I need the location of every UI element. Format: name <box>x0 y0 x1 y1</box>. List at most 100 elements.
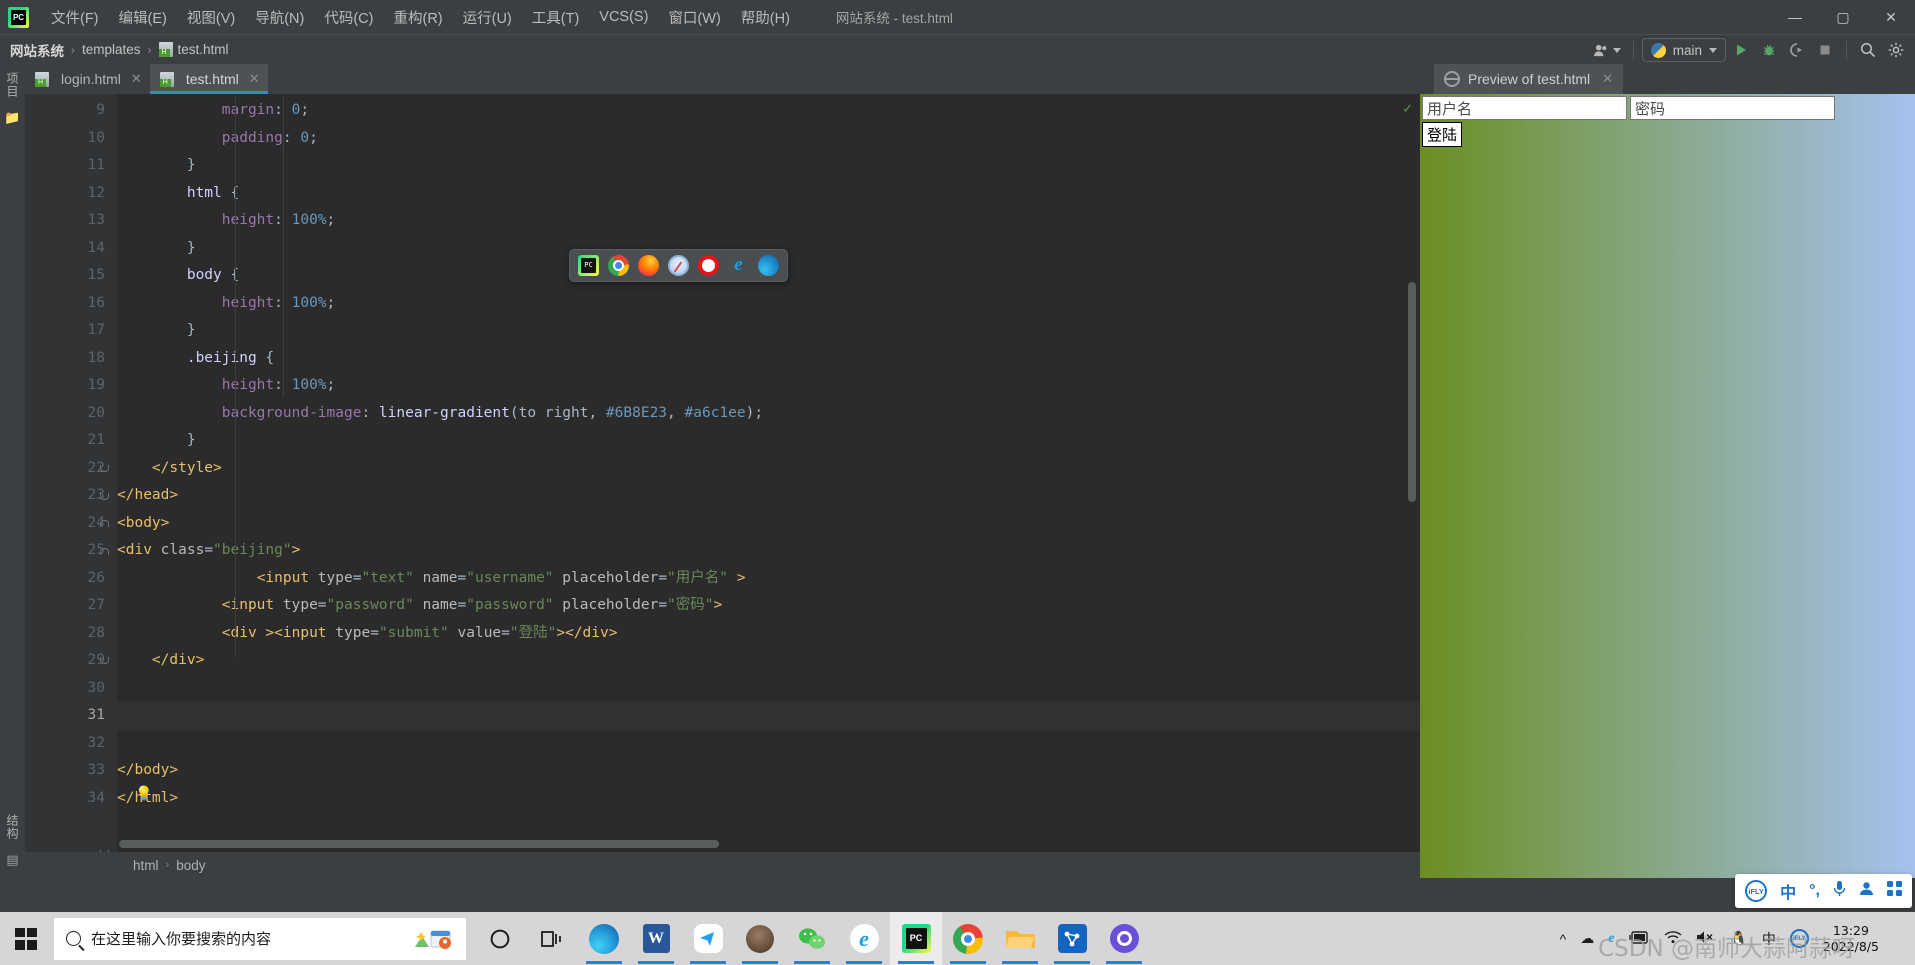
taskbar-ie[interactable]: e <box>838 912 890 965</box>
ime-tray-icon[interactable]: 中 <box>1762 929 1776 949</box>
browser-launcher-popup[interactable]: PC e <box>569 249 788 282</box>
folder-icon[interactable]: 📁 <box>4 110 20 126</box>
qq-icon[interactable]: 🐧 <box>1730 930 1747 947</box>
menu-tools[interactable]: 工具(T) <box>522 4 590 31</box>
apps-grid-icon[interactable] <box>1887 881 1902 901</box>
account-icon[interactable] <box>1590 37 1625 63</box>
run-button[interactable] <box>1728 37 1754 63</box>
opera-icon[interactable] <box>698 255 719 276</box>
menu-code[interactable]: 代码(C) <box>314 4 383 31</box>
fold-marker[interactable] <box>97 483 111 511</box>
code-line[interactable]: } <box>117 152 1420 180</box>
run-with-coverage-button[interactable] <box>1784 37 1810 63</box>
close-button[interactable]: ✕ <box>1867 0 1915 34</box>
tray-expand-icon[interactable]: ^ <box>1560 931 1567 947</box>
fold-marker[interactable] <box>97 455 111 483</box>
menu-view[interactable]: 视图(V) <box>177 4 245 31</box>
fold-marker[interactable] <box>97 538 111 566</box>
menu-file[interactable]: 文件(F) <box>41 4 109 31</box>
structure-icon[interactable]: ▤ <box>6 852 18 878</box>
code-line[interactable]: <body> <box>117 510 1420 538</box>
editor-horizontal-scrollbar[interactable] <box>119 840 719 848</box>
minimize-button[interactable]: — <box>1771 0 1819 34</box>
close-preview-icon[interactable]: ✕ <box>1602 71 1613 87</box>
code-line[interactable]: .beijing { <box>117 345 1420 373</box>
taskbar-wechat[interactable] <box>786 912 838 965</box>
code-line[interactable] <box>117 675 1420 703</box>
editor-tab-test[interactable]: test.html ✕ <box>149 64 268 94</box>
ime-floating-bar[interactable]: iFLY 中 °, <box>1735 874 1912 908</box>
preview-password-input[interactable]: 密码 <box>1630 96 1835 120</box>
code-line[interactable]: height: 100%; <box>117 207 1420 235</box>
code-line[interactable]: padding: 0; <box>117 125 1420 153</box>
code-line[interactable]: <div ><input type="submit" value="登陆"></… <box>117 620 1420 648</box>
inspection-status-icon[interactable]: ✓ <box>1403 99 1412 117</box>
footer-crumb-body[interactable]: body <box>176 858 205 873</box>
code-line[interactable]: </style> <box>117 455 1420 483</box>
taskbar-360[interactable] <box>1098 912 1150 965</box>
cortana-button[interactable] <box>474 912 526 965</box>
pycharm-icon[interactable]: PC <box>578 255 599 276</box>
taskbar-tim[interactable] <box>682 912 734 965</box>
safari-icon[interactable] <box>668 255 689 276</box>
close-tab-icon[interactable]: ✕ <box>131 71 142 87</box>
breadcrumb-file[interactable]: test.html <box>178 42 229 57</box>
code-line[interactable]: </body> <box>117 757 1420 785</box>
taskbar-explorer[interactable] <box>994 912 1046 965</box>
run-configuration-selector[interactable]: main <box>1641 38 1726 62</box>
code-line[interactable] <box>117 730 1420 758</box>
ifly-tray-icon[interactable]: iFLY <box>1789 929 1809 948</box>
code-line[interactable] <box>117 702 1420 730</box>
menu-navigate[interactable]: 导航(N) <box>245 4 314 31</box>
onedrive-icon[interactable]: ☁ <box>1580 930 1594 947</box>
code-line[interactable]: </head> <box>117 482 1420 510</box>
iflytek-icon[interactable]: iFLY <box>1745 880 1768 902</box>
chrome-icon[interactable] <box>608 255 629 276</box>
taskbar-photo[interactable] <box>734 912 786 965</box>
code-text-area[interactable]: margin: 0; padding: 0; } html { height: … <box>117 94 1420 852</box>
taskbar-search-box[interactable]: 在这里输入你要搜索的内容 <box>54 917 466 960</box>
code-line[interactable]: <input type="text" name="username" place… <box>117 565 1420 593</box>
code-line[interactable]: </div> <box>117 647 1420 675</box>
fold-marker[interactable] <box>97 840 111 852</box>
code-line[interactable]: } <box>117 317 1420 345</box>
stop-button[interactable] <box>1812 37 1838 63</box>
code-line[interactable]: <div class="beijing"> <box>117 537 1420 565</box>
intention-bulb-icon[interactable]: 💡 <box>135 786 152 804</box>
taskbar-edge[interactable] <box>578 912 630 965</box>
debug-button[interactable] <box>1756 37 1782 63</box>
ime-language-mode[interactable]: 中 <box>1780 879 1796 903</box>
microphone-icon[interactable] <box>1833 880 1846 902</box>
taskbar-navicat[interactable] <box>1046 912 1098 965</box>
preview-submit-button[interactable]: 登陆 <box>1422 122 1463 147</box>
settings-gear-icon[interactable] <box>1883 37 1909 63</box>
fold-marker[interactable] <box>97 510 111 538</box>
firefox-icon[interactable] <box>638 255 659 276</box>
code-line[interactable]: </html> <box>117 785 1420 813</box>
ie-tray-icon[interactable]: e <box>1608 931 1614 947</box>
preview-username-input[interactable]: 用户名 <box>1422 96 1627 120</box>
preview-tab[interactable]: Preview of test.html ✕ <box>1434 64 1624 94</box>
menu-refactor[interactable]: 重构(R) <box>383 4 452 31</box>
fold-marker[interactable] <box>97 647 111 675</box>
tool-window-project[interactable]: 项目 <box>4 72 21 98</box>
editor-tab-login[interactable]: login.html ✕ <box>25 64 150 94</box>
breadcrumb-project[interactable]: 网站系统 <box>10 40 64 60</box>
menu-edit[interactable]: 编辑(E) <box>109 4 177 31</box>
volume-muted-icon[interactable] <box>1696 930 1716 947</box>
editor-vertical-scrollbar[interactable] <box>1408 282 1416 502</box>
search-icon[interactable] <box>1855 37 1881 63</box>
wifi-icon[interactable] <box>1664 930 1682 947</box>
code-line[interactable]: height: 100%; <box>117 290 1420 318</box>
battery-icon[interactable] <box>1628 930 1650 947</box>
menu-window[interactable]: 窗口(W) <box>658 4 730 31</box>
footer-crumb-html[interactable]: html <box>133 858 159 873</box>
menu-vcs[interactable]: VCS(S) <box>589 6 658 28</box>
code-line[interactable]: } <box>117 427 1420 455</box>
tool-window-structure[interactable]: 结构 <box>4 814 21 840</box>
code-line[interactable]: html { <box>117 180 1420 208</box>
ime-punctuation-mode[interactable]: °, <box>1809 882 1820 900</box>
taskbar-pycharm[interactable]: PC <box>890 912 942 965</box>
start-button[interactable] <box>0 912 52 965</box>
code-line[interactable]: background-image: linear-gradient(to rig… <box>117 400 1420 428</box>
